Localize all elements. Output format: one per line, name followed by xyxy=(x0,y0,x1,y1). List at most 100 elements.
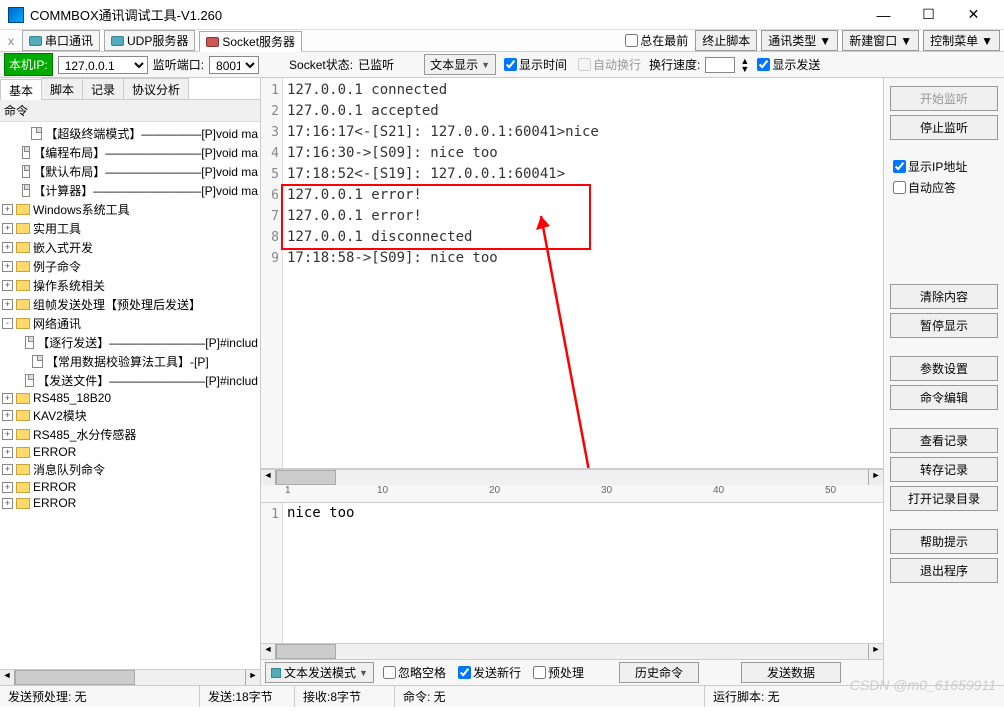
input-area[interactable]: 1 nice too xyxy=(261,503,883,643)
log-area[interactable]: 123456789 127.0.0.1 connected 127.0.0.1 … xyxy=(261,78,883,469)
folder-icon xyxy=(16,223,30,234)
minimize-button[interactable]: — xyxy=(861,1,906,29)
expander-icon[interactable]: + xyxy=(2,280,13,291)
expander-icon[interactable]: + xyxy=(2,261,13,272)
tree-item[interactable]: 【默认布局】————————[P]void ma xyxy=(2,162,258,181)
tree-item[interactable]: 【编程布局】————————[P]void ma xyxy=(2,143,258,162)
log-hscrollbar[interactable]: ◄► xyxy=(261,469,883,485)
tree-item-label: ERROR xyxy=(33,496,76,510)
show-ip-checkbox[interactable]: 显示IP地址 xyxy=(893,158,995,175)
tree-item[interactable]: +RS485_18B20 xyxy=(2,390,258,406)
send-mode-button[interactable]: 文本发送模式▼ xyxy=(265,662,374,683)
chevron-down-icon: ▼ xyxy=(819,34,831,48)
tree-item-label: 【计算器】—————————[P]void ma xyxy=(33,182,258,199)
pause-display-button[interactable]: 暂停显示 xyxy=(890,313,998,338)
tree-item[interactable]: + ERROR xyxy=(2,495,258,511)
log-content[interactable]: 127.0.0.1 connected 127.0.0.1 accepted 1… xyxy=(283,78,883,468)
ruler: 1 10 20 30 40 50 xyxy=(261,485,883,503)
tree-item[interactable]: +例子命令 xyxy=(2,257,258,276)
tree-item[interactable]: +ERROR xyxy=(2,479,258,495)
tree-item[interactable]: +Windows系统工具 xyxy=(2,200,258,219)
tree-item[interactable]: 【逐行发送】————————[P]#includ xyxy=(2,333,258,352)
sidebar-hscrollbar[interactable]: ◄► xyxy=(0,669,260,685)
close-tab-icon[interactable]: x xyxy=(4,34,18,48)
tree-item-label: 【超级终端模式】—————[P]void ma xyxy=(45,125,258,142)
side-tab-script[interactable]: 脚本 xyxy=(41,78,83,99)
start-listen-button[interactable]: 开始监听 xyxy=(890,86,998,111)
preprocess-checkbox[interactable]: 预处理 xyxy=(533,664,584,681)
folder-icon xyxy=(16,482,30,493)
clear-button[interactable]: 清除内容 xyxy=(890,284,998,309)
cmd-edit-button[interactable]: 命令编辑 xyxy=(890,385,998,410)
view-log-button[interactable]: 查看记录 xyxy=(890,428,998,453)
expander-icon[interactable]: + xyxy=(2,299,13,310)
tree-item[interactable]: +RS485_水分传感器 xyxy=(2,425,258,444)
port-combo[interactable]: 8001 xyxy=(209,56,259,74)
ip-combo[interactable]: 127.0.0.1 xyxy=(58,56,148,74)
expander-icon[interactable]: - xyxy=(2,318,13,329)
expander-icon[interactable]: + xyxy=(2,447,13,458)
tree-item[interactable]: 【发送文件】————————[P]#includ xyxy=(2,371,258,390)
exit-button[interactable]: 退出程序 xyxy=(890,558,998,583)
tree-item[interactable]: +消息队列命令 xyxy=(2,460,258,479)
maximize-button[interactable]: ☐ xyxy=(906,1,951,29)
expander-icon[interactable]: + xyxy=(2,498,13,509)
command-tree[interactable]: 【超级终端模式】—————[P]void ma【编程布局】————————[P]… xyxy=(0,122,260,669)
expander-icon[interactable]: + xyxy=(2,464,13,475)
tree-item[interactable]: + 操作系统相关 xyxy=(2,276,258,295)
tree-item[interactable]: 【超级终端模式】—————[P]void ma xyxy=(2,124,258,143)
comm-type-button[interactable]: 通讯类型▼ xyxy=(761,30,838,51)
always-top-checkbox[interactable]: 总在最前 xyxy=(625,32,688,49)
local-ip-label: 本机IP: xyxy=(4,53,53,76)
stepper-icon[interactable]: ▲▼ xyxy=(740,57,749,73)
statusbar: 发送预处理: 无 发送:18字节 接收:8字节 命令: 无 运行脚本: 无 xyxy=(0,685,1004,707)
tab-socket[interactable]: Socket服务器 xyxy=(199,31,302,52)
tree-item-label: 操作系统相关 xyxy=(33,277,105,294)
params-button[interactable]: 参数设置 xyxy=(890,356,998,381)
tree-item-label: ERROR xyxy=(33,445,76,459)
tab-udp[interactable]: UDP服务器 xyxy=(104,30,195,51)
ignore-space-checkbox[interactable]: 忽略空格 xyxy=(383,664,446,681)
send-data-button[interactable]: 发送数据 xyxy=(741,662,841,683)
expander-icon[interactable]: + xyxy=(2,242,13,253)
input-gutter: 1 xyxy=(261,503,283,643)
expander-icon[interactable]: + xyxy=(2,223,13,234)
expander-icon[interactable]: + xyxy=(2,429,13,440)
tree-item[interactable]: +实用工具 xyxy=(2,219,258,238)
side-tab-basic[interactable]: 基本 xyxy=(0,79,42,100)
side-tab-record[interactable]: 记录 xyxy=(82,78,124,99)
new-window-button[interactable]: 新建窗口▼ xyxy=(842,30,919,51)
expander-icon[interactable]: + xyxy=(2,482,13,493)
control-menu-button[interactable]: 控制菜单▼ xyxy=(923,30,1000,51)
help-button[interactable]: 帮助提示 xyxy=(890,529,998,554)
stop-listen-button[interactable]: 停止监听 xyxy=(890,115,998,140)
auto-wrap-checkbox[interactable]: 自动换行 xyxy=(578,56,641,73)
save-log-button[interactable]: 转存记录 xyxy=(890,457,998,482)
side-tab-protocol[interactable]: 协议分析 xyxy=(123,78,189,99)
tree-item[interactable]: + ERROR xyxy=(2,444,258,460)
show-send-checkbox[interactable]: 显示发送 xyxy=(757,56,820,73)
send-newline-checkbox[interactable]: 发送新行 xyxy=(458,664,521,681)
history-button[interactable]: 历史命令 xyxy=(619,662,699,683)
expander-icon[interactable]: + xyxy=(2,204,13,215)
tree-item[interactable]: 【常用数据校验算法工具】-[P] xyxy=(2,352,258,371)
input-text[interactable]: nice too xyxy=(283,503,883,643)
tree-item[interactable]: +嵌入式开发 xyxy=(2,238,258,257)
tree-item-label: 组帧发送处理【预处理后发送】 xyxy=(33,296,201,313)
tab-serial[interactable]: 串口通讯 xyxy=(22,30,100,51)
show-time-checkbox[interactable]: 显示时间 xyxy=(504,56,567,73)
close-button[interactable]: ✕ xyxy=(951,1,996,29)
tree-item[interactable]: 【计算器】—————————[P]void ma xyxy=(2,181,258,200)
input-hscrollbar[interactable]: ◄► xyxy=(261,643,883,659)
expander-icon[interactable]: + xyxy=(2,410,13,421)
tree-item[interactable]: + 组帧发送处理【预处理后发送】 xyxy=(2,295,258,314)
auto-reply-checkbox[interactable]: 自动应答 xyxy=(893,179,995,196)
stop-script-button[interactable]: 终止脚本 xyxy=(695,30,757,51)
folder-icon xyxy=(16,464,30,475)
expander-icon[interactable]: + xyxy=(2,393,13,404)
tree-item[interactable]: -网络通讯 xyxy=(2,314,258,333)
open-log-dir-button[interactable]: 打开记录目录 xyxy=(890,486,998,511)
wrap-speed-input[interactable] xyxy=(705,57,735,73)
text-display-button[interactable]: 文本显示▼ xyxy=(424,54,496,75)
tree-item[interactable]: +KAV2模块 xyxy=(2,406,258,425)
